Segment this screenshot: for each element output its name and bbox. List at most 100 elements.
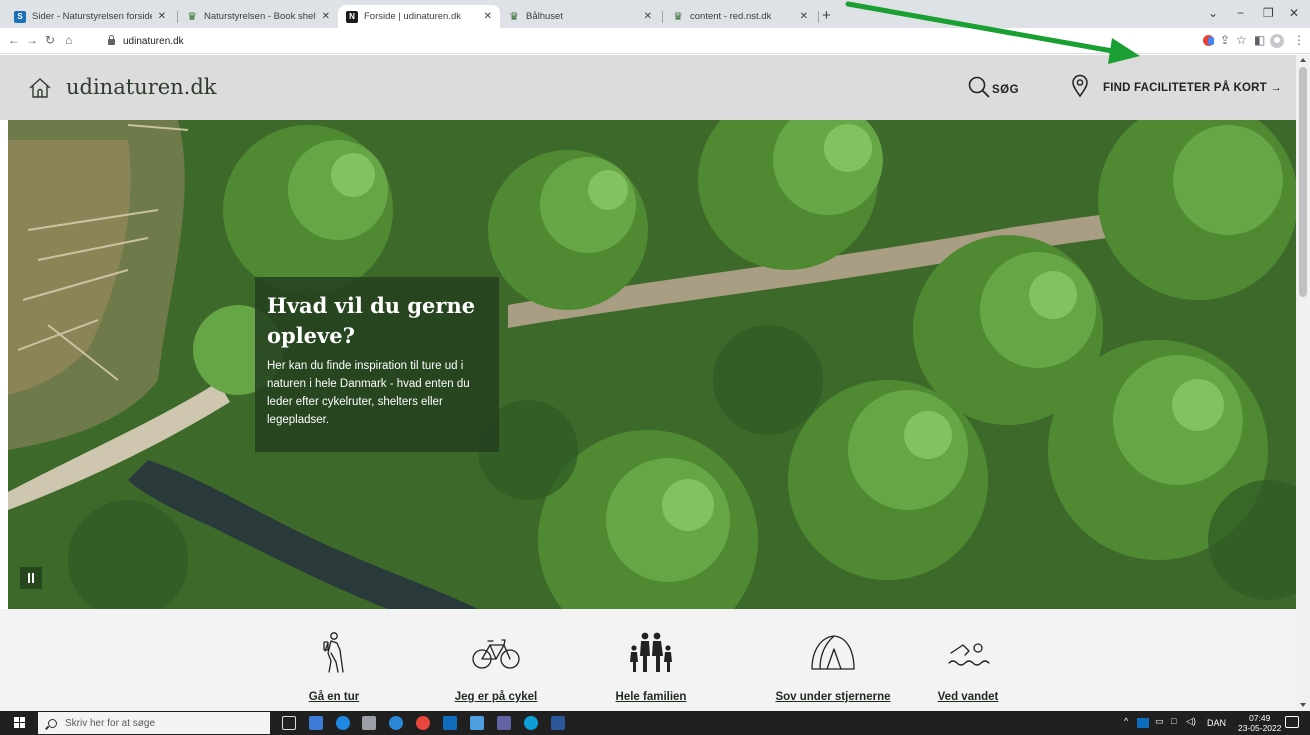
browser-tab-active[interactable]: N Forside | udinaturen.dk ✕ bbox=[338, 5, 500, 28]
category-family[interactable]: Hele familien bbox=[576, 631, 726, 705]
crown-favicon-icon: ♛ bbox=[187, 11, 197, 23]
scroll-down-arrow-icon[interactable] bbox=[1300, 703, 1306, 707]
tab-separator bbox=[818, 11, 819, 23]
close-tab-icon[interactable]: ✕ bbox=[322, 11, 330, 22]
tray-language[interactable]: DAN bbox=[1207, 718, 1226, 728]
house-logo-icon[interactable] bbox=[28, 77, 52, 99]
hero-title: Hvad vil du gerne opleve? bbox=[267, 293, 476, 348]
word-icon[interactable] bbox=[551, 716, 565, 730]
tab-label: Sider - Naturstyrelsen forside bbox=[32, 11, 152, 22]
bookmark-star-icon[interactable]: ☆ bbox=[1236, 33, 1247, 47]
taskbar-search-placeholder: Skriv her for at søge bbox=[65, 717, 156, 729]
side-panel-icon[interactable]: ◧ bbox=[1254, 33, 1265, 47]
internet-explorer-icon[interactable] bbox=[336, 716, 350, 730]
category-bike[interactable]: Jeg er på cykel bbox=[421, 631, 571, 705]
category-walk[interactable]: Gå en tur bbox=[259, 631, 409, 705]
skype-icon[interactable] bbox=[389, 716, 403, 730]
tent-icon bbox=[811, 635, 855, 670]
address-bar[interactable]: udinaturen.dk bbox=[108, 32, 184, 50]
site-header: udinaturen.dk SØG FIND FACILITETER PÅ KO… bbox=[0, 55, 1296, 120]
lock-icon bbox=[108, 35, 115, 45]
windows-start-icon[interactable] bbox=[14, 717, 26, 729]
browser-tab[interactable]: ♛ content - red.nst.dk ✕ bbox=[664, 5, 816, 28]
windows-taskbar: Skriv her for at søge ^ ▭ □ ◁) DAN 07:49… bbox=[0, 711, 1310, 735]
category-label[interactable]: Ved vandet bbox=[938, 691, 999, 703]
sharepoint-favicon-icon: S bbox=[14, 10, 26, 23]
url-text: udinaturen.dk bbox=[123, 35, 184, 47]
browser-tab[interactable]: ♛ Bålhuset ✕ bbox=[500, 5, 660, 28]
new-tab-icon[interactable]: + bbox=[822, 7, 831, 24]
extension-icon[interactable] bbox=[1203, 35, 1214, 46]
share-icon[interactable]: ⇪ bbox=[1220, 33, 1230, 47]
teams-icon[interactable] bbox=[497, 716, 511, 730]
tray-outlook-icon[interactable] bbox=[1137, 718, 1149, 728]
notification-center-icon[interactable] bbox=[1285, 716, 1299, 728]
tab-label: Forside | udinaturen.dk bbox=[364, 11, 461, 22]
close-window-icon[interactable]: ✕ bbox=[1289, 6, 1299, 20]
home-icon[interactable]: ⌂ bbox=[65, 33, 72, 47]
hero-video: Hvad vil du gerne opleve? Her kan du fin… bbox=[8, 120, 1296, 609]
file-manager-icon[interactable] bbox=[309, 716, 323, 730]
browser-menu-icon[interactable]: ⋮ bbox=[1293, 33, 1305, 47]
bicycle-icon bbox=[472, 639, 520, 669]
category-camping[interactable]: Sov under stjernerne bbox=[758, 631, 908, 705]
slack-icon[interactable] bbox=[362, 716, 376, 730]
close-tab-icon[interactable]: ✕ bbox=[644, 11, 652, 22]
browser-toolbar: ← → ↻ ⌂ udinaturen.dk ⇪ ☆ ◧ ⋮ bbox=[0, 28, 1310, 54]
chrome-icon[interactable] bbox=[416, 716, 430, 730]
restore-icon[interactable]: ❐ bbox=[1263, 6, 1274, 20]
close-tab-icon[interactable]: ✕ bbox=[484, 11, 492, 22]
taskbar-search-box[interactable]: Skriv her for at søge bbox=[38, 712, 270, 734]
category-label[interactable]: Sov under stjernerne bbox=[775, 691, 890, 703]
crown-favicon-icon: ♛ bbox=[509, 11, 519, 23]
edge-icon[interactable] bbox=[524, 716, 538, 730]
forward-arrow-icon[interactable]: → bbox=[26, 33, 38, 47]
clock-time: 07:49 bbox=[1249, 713, 1271, 723]
tray-volume-icon[interactable]: ◁) bbox=[1186, 716, 1196, 727]
site-logo-text[interactable]: udinaturen.dk bbox=[66, 75, 217, 99]
browser-tab[interactable]: S Sider - Naturstyrelsen forside ✕ bbox=[6, 5, 174, 28]
reload-icon[interactable]: ↻ bbox=[45, 33, 55, 47]
tab-separator bbox=[662, 11, 663, 23]
scroll-up-arrow-icon[interactable] bbox=[1300, 58, 1306, 62]
clock-date: 23-05-2022 bbox=[1238, 723, 1282, 733]
forest-aerial-image bbox=[8, 120, 1296, 609]
outlook-icon[interactable] bbox=[443, 716, 457, 730]
profile-avatar[interactable] bbox=[1270, 34, 1284, 48]
close-tab-icon[interactable]: ✕ bbox=[158, 11, 166, 22]
page-scrollbar[interactable] bbox=[1296, 55, 1310, 711]
search-button-label[interactable]: SØG bbox=[992, 84, 1019, 96]
category-label[interactable]: Hele familien bbox=[616, 691, 687, 703]
category-label[interactable]: Jeg er på cykel bbox=[455, 691, 537, 703]
category-water[interactable]: Ved vandet bbox=[893, 631, 1043, 705]
video-pause-button[interactable] bbox=[20, 567, 42, 589]
browser-tab[interactable]: ♛ Naturstyrelsen - Book shelters, le ✕ bbox=[178, 5, 338, 28]
close-tab-icon[interactable]: ✕ bbox=[800, 11, 808, 22]
tab-search-chevron-icon[interactable]: ⌄ bbox=[1208, 6, 1218, 20]
crown-favicon-icon: ♛ bbox=[673, 11, 683, 23]
tray-display-icon[interactable]: □ bbox=[1171, 716, 1176, 726]
back-arrow-icon[interactable]: ← bbox=[8, 33, 20, 47]
category-label[interactable]: Gå en tur bbox=[309, 691, 359, 703]
taskbar-clock[interactable]: 07:49 23-05-2022 bbox=[1238, 713, 1281, 733]
map-pin-icon[interactable] bbox=[1071, 74, 1089, 98]
hiker-icon bbox=[323, 632, 344, 673]
category-bar: Gå en tur Jeg er på cykel Hele familien … bbox=[0, 609, 1296, 711]
search-icon[interactable] bbox=[967, 75, 993, 101]
tray-network-icon[interactable]: ▭ bbox=[1155, 716, 1164, 727]
tab-label: Bålhuset bbox=[526, 11, 563, 22]
task-view-icon[interactable] bbox=[282, 716, 296, 730]
hero-text-box: Hvad vil du gerne opleve? Her kan du fin… bbox=[255, 277, 499, 452]
tray-chevron-icon[interactable]: ^ bbox=[1124, 716, 1128, 726]
tab-label: Naturstyrelsen - Book shelters, le bbox=[204, 11, 316, 22]
n-favicon-icon: N bbox=[346, 10, 358, 23]
minimize-icon[interactable]: − bbox=[1237, 6, 1244, 20]
messenger-icon[interactable] bbox=[470, 716, 484, 730]
browser-tab-strip: S Sider - Naturstyrelsen forside ✕ ♛ Nat… bbox=[0, 0, 1310, 28]
hero-description: Her kan du finde inspiration til ture ud… bbox=[267, 360, 470, 426]
family-icon bbox=[630, 632, 672, 672]
scroll-thumb[interactable] bbox=[1299, 67, 1307, 297]
find-facilities-map-link[interactable]: FIND FACILITETER PÅ KORT → bbox=[1103, 82, 1282, 94]
tab-label: content - red.nst.dk bbox=[690, 11, 772, 22]
search-icon bbox=[48, 718, 57, 728]
